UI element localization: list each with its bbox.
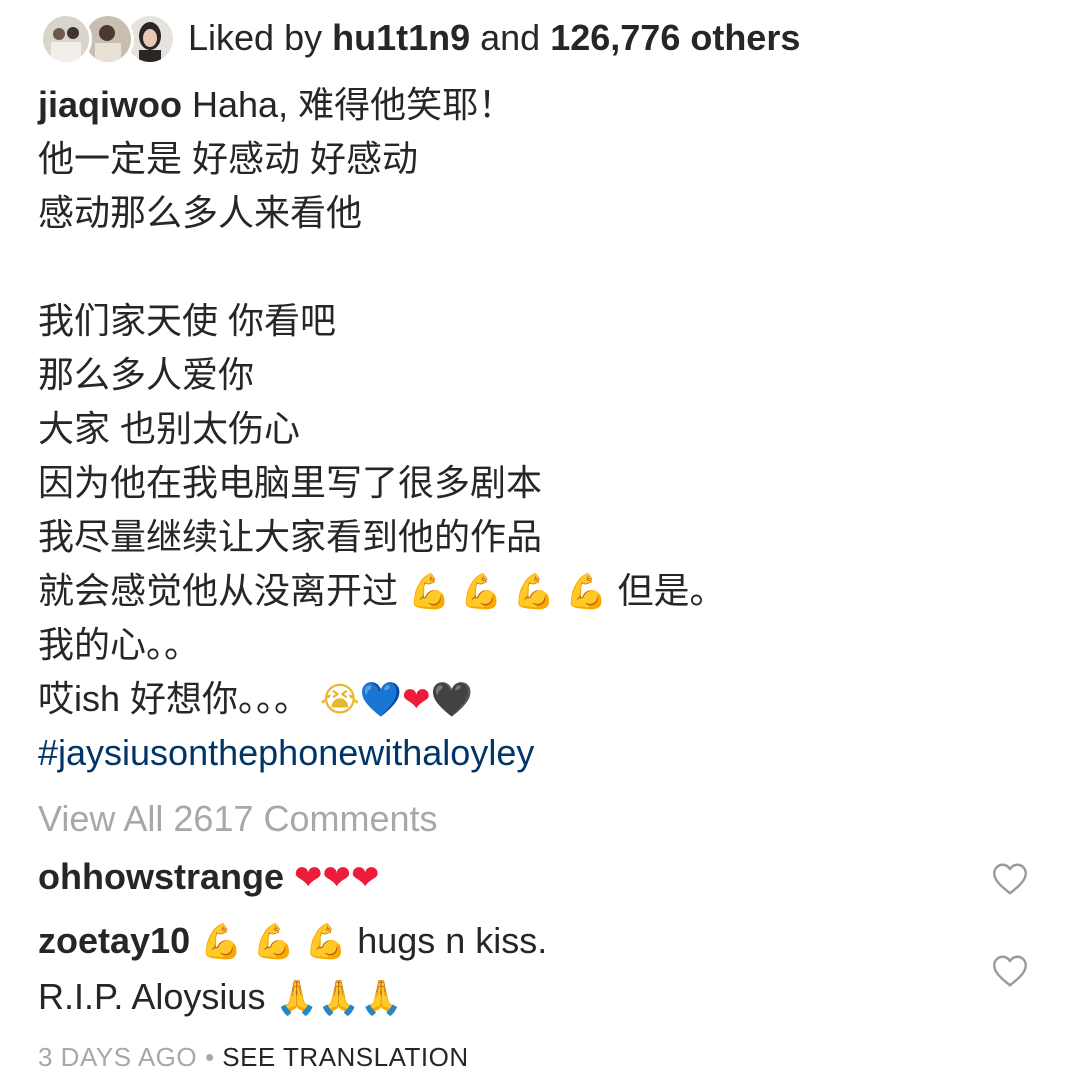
folded-hands-icon: 🙏 xyxy=(275,978,318,1018)
hashtag-link[interactable]: #jaysiusonthephonewithaloyley xyxy=(38,726,1038,780)
comment-username[interactable]: ohhowstrange xyxy=(38,856,284,897)
caption-line: jiaqiwoo Haha, 难得他笑耶！ xyxy=(38,78,1038,132)
likes-row: Liked by hu1t1n9 and 126,776 others xyxy=(40,10,800,66)
caption-text: 但是。 xyxy=(617,570,726,611)
crying-face-icon: 😭 xyxy=(320,680,360,720)
caption-line: 哎ish 好想你。。。 😭💙❤🖤 xyxy=(38,672,1038,726)
black-heart-icon: 🖤 xyxy=(430,680,473,720)
red-heart-icon: ❤ xyxy=(402,680,431,720)
caption-line: 大家 也别太伤心 xyxy=(38,408,301,449)
caption-line: 他一定是 好感动 好感动 xyxy=(38,138,419,179)
liker-avatars[interactable] xyxy=(40,13,176,65)
caption-line: 那么多人爱你 xyxy=(38,354,255,395)
comment-username[interactable]: zoetay10 xyxy=(38,920,190,961)
red-heart-icon: ❤ xyxy=(294,858,323,898)
post-timestamp: 3 DAYS AGO xyxy=(38,1042,198,1072)
comment-like-button[interactable] xyxy=(992,954,1028,988)
flexed-biceps-icon: 💪 xyxy=(512,572,556,612)
caption-line: 我们家天使 你看吧 xyxy=(38,300,337,341)
red-heart-icon: ❤ xyxy=(322,858,352,898)
heart-outline-icon xyxy=(993,863,1027,895)
caption-line: 因为他在我电脑里写了很多剧本 xyxy=(38,462,543,503)
comment-text: R.I.P. Aloysius xyxy=(38,976,266,1017)
likes-summary: Liked by hu1t1n9 and 126,776 others xyxy=(188,20,800,56)
caption-text: Haha, 难得他笑耶！ xyxy=(192,84,515,125)
blue-heart-icon: 💙 xyxy=(359,680,403,720)
folded-hands-icon: 🙏 xyxy=(317,978,361,1018)
comment-row: zoetay10 💪 💪 💪 hugs n kiss. xyxy=(38,912,547,971)
caption-line: 感动那么多人来看他 xyxy=(38,192,363,233)
caption-username[interactable]: jiaqiwoo xyxy=(38,84,182,125)
comment-text: hugs n kiss. xyxy=(357,920,548,961)
post-meta: 3 DAYS AGO • SEE TRANSLATION xyxy=(38,1040,469,1074)
caption-line: 我尽量继续让大家看到他的作品 xyxy=(38,516,543,557)
flexed-biceps-icon: 💪 xyxy=(460,572,503,612)
folded-hands-icon: 🙏 xyxy=(360,978,403,1018)
post-caption: jiaqiwoo Haha, 难得他笑耶！ 他一定是 好感动 好感动 感动那么多… xyxy=(38,78,1038,780)
meta-separator: • xyxy=(205,1042,215,1072)
heart-outline-icon xyxy=(993,955,1027,987)
view-all-comments-link[interactable]: View All 2617 Comments xyxy=(38,792,438,846)
likes-prefix: Liked by xyxy=(188,17,333,58)
caption-line: 就会感觉他从没离开过 💪 💪 💪 💪 但是。 xyxy=(38,564,1038,618)
avatar[interactable] xyxy=(40,13,92,65)
flexed-biceps-icon: 💪 xyxy=(304,922,348,962)
comment-like-button[interactable] xyxy=(992,862,1028,896)
red-heart-icon: ❤ xyxy=(351,858,380,898)
likes-count[interactable]: 126,776 others xyxy=(550,17,800,58)
comment-row: ohhowstrange ❤❤❤ xyxy=(38,848,380,907)
likes-middle: and xyxy=(470,17,551,58)
caption-line: 我的心。。 xyxy=(38,624,201,665)
see-translation-link[interactable]: SEE TRANSLATION xyxy=(222,1040,468,1074)
liker-username[interactable]: hu1t1n9 xyxy=(332,17,470,58)
comment-row-continued: R.I.P. Aloysius 🙏🙏🙏 xyxy=(38,968,403,1027)
flexed-biceps-icon: 💪 xyxy=(408,572,451,612)
flexed-biceps-icon: 💪 xyxy=(200,922,243,962)
flexed-biceps-icon: 💪 xyxy=(565,572,608,612)
flexed-biceps-icon: 💪 xyxy=(252,922,295,962)
caption-text: 就会感觉他从没离开过 xyxy=(38,570,399,611)
caption-text: 哎ish 好想你。。。 xyxy=(38,678,311,719)
